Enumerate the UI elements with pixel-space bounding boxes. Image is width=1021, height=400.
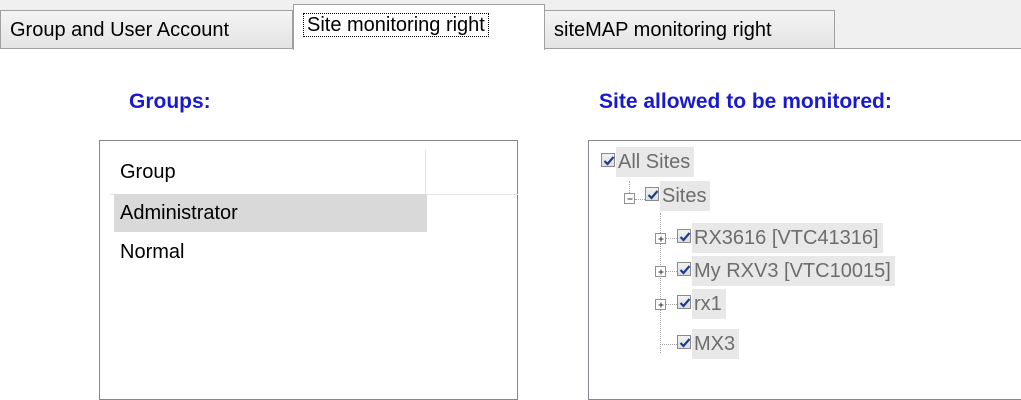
tab-label: Site monitoring right xyxy=(303,13,489,37)
checkbox[interactable] xyxy=(677,335,691,349)
tab-group-and-user-account[interactable]: Group and User Account xyxy=(0,10,293,48)
expand-icon[interactable] xyxy=(655,299,666,310)
tree-node-label: rx1 xyxy=(692,289,726,319)
tree-node-label: MX3 xyxy=(692,329,740,359)
column-header-empty[interactable] xyxy=(427,150,518,194)
groups-heading: Groups: xyxy=(129,90,211,113)
checkmark-icon xyxy=(679,338,691,348)
checkmark-icon xyxy=(679,232,691,242)
tab-sitemap-monitoring-right[interactable]: siteMAP monitoring right xyxy=(544,10,835,48)
tree-line xyxy=(635,199,645,200)
tree-line xyxy=(666,271,677,272)
groups-list[interactable]: Group Administrator Normal xyxy=(99,140,518,400)
column-header-group[interactable]: Group xyxy=(110,150,426,194)
expand-icon[interactable] xyxy=(655,233,666,244)
checkbox[interactable] xyxy=(677,229,691,243)
checkmark-icon xyxy=(679,265,691,275)
tree-node-label: All Sites xyxy=(616,147,695,177)
tree-node-label: Sites xyxy=(660,181,711,211)
checkbox[interactable] xyxy=(677,262,691,276)
tree-line xyxy=(666,304,677,305)
sites-heading: Site allowed to be monitored: xyxy=(599,90,892,113)
checkbox[interactable] xyxy=(601,153,615,167)
checkmark-icon xyxy=(647,190,659,200)
collapse-icon[interactable] xyxy=(624,193,635,204)
checkbox[interactable] xyxy=(677,295,691,309)
list-item-administrator[interactable]: Administrator xyxy=(114,194,427,232)
tree-node-label: My RXV3 [VTC10015] xyxy=(692,256,895,286)
tree-node-label: RX3616 [VTC41316] xyxy=(692,223,883,253)
list-header: Group xyxy=(110,150,518,195)
tab-label: Group and User Account xyxy=(10,19,230,41)
list-item-normal[interactable]: Normal xyxy=(114,233,427,271)
checkmark-icon xyxy=(603,156,615,166)
checkbox[interactable] xyxy=(645,187,659,201)
expand-icon[interactable] xyxy=(655,266,666,277)
tab-label: siteMAP monitoring right xyxy=(554,19,772,41)
tree-line xyxy=(660,344,677,345)
site-tree[interactable]: All Sites Sites RX3616 [VTC41316] My RXV… xyxy=(588,140,1021,400)
checkmark-icon xyxy=(679,298,691,308)
tab-site-monitoring-right[interactable]: Site monitoring right xyxy=(293,4,545,50)
tab-strip: Group and User Account siteMAP monitorin… xyxy=(0,0,1021,50)
tree-line xyxy=(666,238,677,239)
